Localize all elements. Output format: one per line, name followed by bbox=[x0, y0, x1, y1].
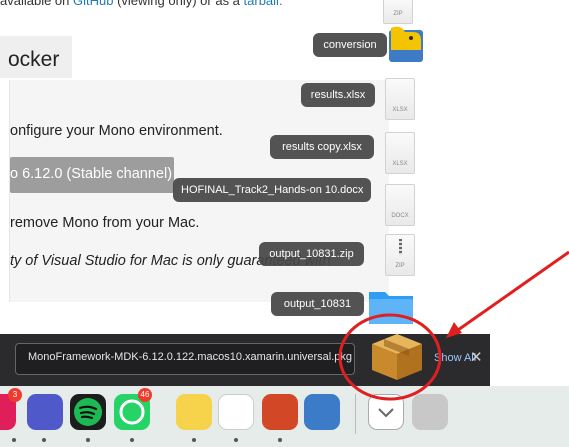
trash-icon[interactable] bbox=[412, 394, 448, 430]
teams-icon[interactable] bbox=[27, 394, 63, 430]
whatsapp-badge: 46 bbox=[138, 388, 152, 402]
screen: available on GitHub (viewing only) or as… bbox=[0, 0, 569, 447]
stack-item-output-folder[interactable]: output_10831 bbox=[271, 292, 364, 316]
textedit-icon[interactable] bbox=[218, 394, 254, 430]
stack-item-docx[interactable]: HOFINAL_Track2_Hands-on 10.docx bbox=[173, 178, 371, 202]
docker-tab[interactable]: ocker bbox=[0, 36, 72, 80]
python-launcher-icon[interactable] bbox=[304, 394, 340, 430]
xlsx-file-icon[interactable]: XLSX bbox=[385, 78, 415, 120]
dock-separator bbox=[355, 394, 356, 434]
download-mono-button[interactable]: o 6.12.0 (Stable channel) bbox=[10, 157, 174, 193]
xlsx-file-icon[interactable]: XLSX bbox=[385, 132, 415, 174]
slack-badge: 3 bbox=[8, 388, 22, 402]
download-mono-label: o 6.12.0 (Stable channel) bbox=[10, 166, 173, 182]
stack-item-output-zip[interactable]: output_10831.zip bbox=[259, 242, 364, 266]
downloads-stack-icon[interactable] bbox=[368, 394, 404, 430]
zip-file-icon[interactable]: ZIP bbox=[385, 234, 415, 276]
download-filename: MonoFramework-MDK-6.12.0.122.macos10.xam… bbox=[28, 351, 353, 363]
python-folder-icon[interactable] bbox=[383, 22, 429, 68]
zip-file-icon[interactable]: ZIP bbox=[383, 0, 413, 24]
intro-text-middle: (viewing only) or as a bbox=[113, 0, 244, 8]
annotation-arrow-line bbox=[457, 250, 569, 332]
package-installer-icon[interactable] bbox=[362, 322, 432, 384]
dock: 3 46 bbox=[0, 386, 569, 447]
powerpoint-icon[interactable] bbox=[262, 394, 298, 430]
remove-mono-text: remove Mono from your Mac. bbox=[10, 215, 200, 231]
stack-item-results-xlsx[interactable]: results.xlsx bbox=[301, 83, 375, 107]
download-item[interactable]: MonoFramework-MDK-6.12.0.122.macos10.xam… bbox=[15, 343, 355, 375]
download-bar: MonoFramework-MDK-6.12.0.122.macos10.xam… bbox=[0, 334, 490, 386]
close-icon[interactable]: ✕ bbox=[470, 348, 483, 366]
page-intro-line: available on GitHub (viewing only) or as… bbox=[0, 0, 283, 8]
notes-icon[interactable] bbox=[176, 394, 212, 430]
stack-item-results-copy-xlsx[interactable]: results copy.xlsx bbox=[270, 135, 374, 159]
github-link[interactable]: GitHub bbox=[73, 0, 113, 8]
tarball-link[interactable]: tarball. bbox=[244, 0, 283, 8]
spotify-icon[interactable] bbox=[70, 394, 106, 430]
docx-file-icon[interactable]: DOCX bbox=[385, 184, 415, 226]
blue-folder-icon[interactable] bbox=[367, 286, 415, 326]
intro-text: available on bbox=[0, 0, 73, 8]
configure-text: onfigure your Mono environment. bbox=[10, 123, 223, 139]
stack-item-conversion[interactable]: conversion bbox=[313, 33, 387, 57]
docker-tab-label: ocker bbox=[8, 48, 60, 71]
